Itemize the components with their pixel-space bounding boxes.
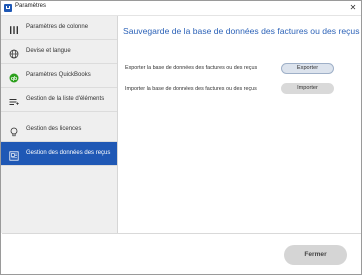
app-icon — [4, 4, 12, 12]
globe-icon — [9, 46, 19, 59]
quickbooks-icon: qb — [9, 70, 19, 83]
sidebar-item-label: Gestion de la liste d'éléments — [26, 96, 105, 102]
import-button[interactable]: Importer — [281, 83, 334, 94]
import-database-label: Importer la base de données des factures… — [125, 86, 257, 92]
export-button[interactable]: Exporter — [281, 63, 334, 74]
page-title: Sauvegarde de la base de données des fac… — [123, 26, 360, 36]
sidebar-item-label: Gestion des données des reçus — [26, 150, 111, 156]
sidebar-item-item-list-management[interactable]: Gestion de la liste d'éléments — [1, 88, 117, 112]
sidebar-item-receipt-data-management[interactable]: Gestion des données des reçus — [1, 142, 117, 166]
sidebar: Paramètres de colonne Devise et langue q… — [1, 16, 118, 233]
settings-window: Paramètres ✕ Paramètres de colonne Devis… — [0, 0, 362, 275]
sidebar-item-column-settings[interactable]: Paramètres de colonne — [1, 16, 117, 40]
sidebar-item-label: Gestion des licences — [26, 126, 82, 132]
title-bar: Paramètres ✕ — [1, 1, 361, 16]
window-title: Paramètres — [15, 3, 47, 9]
sidebar-item-quickbooks-settings[interactable]: qb Paramètres QuickBooks — [1, 64, 117, 88]
close-button[interactable]: Fermer — [284, 245, 347, 265]
lightbulb-icon — [9, 124, 19, 137]
columns-icon — [9, 22, 19, 34]
window-close-button[interactable]: ✕ — [348, 2, 358, 13]
receipt-data-icon — [9, 148, 19, 161]
sidebar-item-label: Paramètres de colonne — [26, 24, 89, 30]
sidebar-item-license-management[interactable]: Gestion des licences — [1, 118, 117, 142]
export-database-label: Exporter la base de données des factures… — [125, 65, 258, 71]
footer-divider — [2, 233, 361, 234]
svg-text:qb: qb — [11, 76, 17, 82]
sidebar-item-currency-language[interactable]: Devise et langue — [1, 40, 117, 64]
list-icon — [9, 94, 19, 105]
sidebar-item-label: Paramètres QuickBooks — [26, 72, 91, 78]
sidebar-item-label: Devise et langue — [26, 48, 71, 54]
